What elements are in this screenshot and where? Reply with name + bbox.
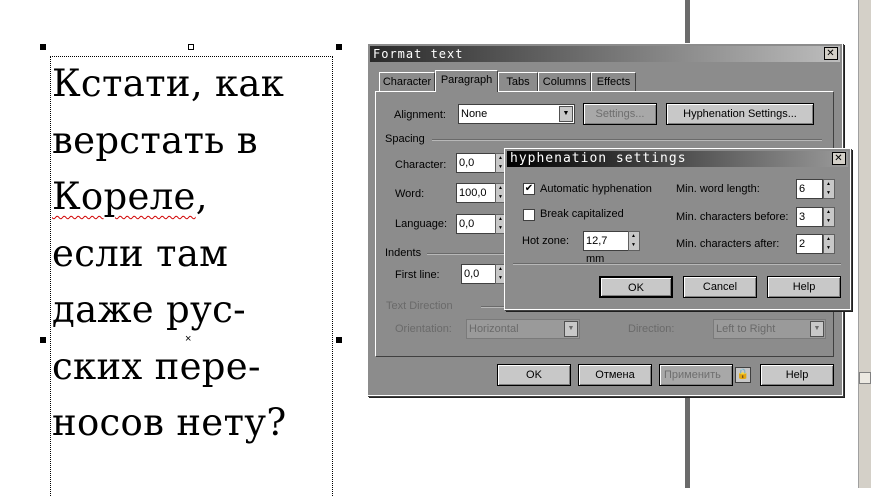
text-line: ских пере- <box>52 344 261 388</box>
text-line: даже рус- <box>52 288 246 331</box>
direction-label: Direction: <box>628 323 675 335</box>
tab-tabs[interactable]: Tabs <box>498 72 538 91</box>
alignment-label: Alignment: <box>394 109 446 121</box>
min-characters-before-label: Min. characters before: <box>676 211 789 223</box>
alignment-value: None <box>461 108 488 120</box>
word-spacing-input[interactable]: 100,0 <box>456 183 496 203</box>
hyphenation-titlebar[interactable]: hyphenation settings ✕ <box>507 151 848 167</box>
selection-handle-top-right[interactable] <box>336 44 342 50</box>
text-direction-separator <box>481 306 505 308</box>
automatic-hyphenation-checkbox[interactable]: ✔ <box>523 183 535 195</box>
cancel-button[interactable]: Cancel <box>683 276 757 298</box>
cancel-button[interactable]: Отмена <box>578 364 652 386</box>
selection-handle-middle-left[interactable] <box>40 337 46 343</box>
buttons-separator <box>513 263 841 265</box>
automatic-hyphenation-label: Automatic hyphenation <box>540 183 652 195</box>
orientation-select[interactable]: Horizontal ▼ <box>466 319 580 339</box>
min-characters-after-spinner[interactable] <box>823 234 835 254</box>
spacing-label: Spacing <box>385 133 425 145</box>
first-line-label: First line: <box>395 269 440 281</box>
chevron-down-icon[interactable]: ▼ <box>559 106 573 122</box>
orientation-value: Horizontal <box>469 323 519 335</box>
format-text-titlebar[interactable]: Format text ✕ <box>370 46 840 62</box>
text-direction-label: Text Direction <box>386 300 453 312</box>
break-capitalized-label: Break capitalized <box>540 208 624 220</box>
close-icon[interactable]: ✕ <box>832 152 846 165</box>
selection-handle-top-left[interactable] <box>40 44 46 50</box>
indents-separator <box>427 253 507 255</box>
min-word-length-input[interactable]: 6 <box>796 179 823 199</box>
scrollbar-thumb[interactable] <box>859 372 871 384</box>
text-line: верстать в <box>52 118 258 162</box>
min-characters-before-spinner[interactable] <box>823 207 835 227</box>
min-word-length-label: Min. word length: <box>676 183 760 195</box>
dialog-title: hyphenation settings <box>510 151 687 166</box>
hyphenation-settings-dialog: hyphenation settings ✕ ✔ Automatic hyphe… <box>504 148 851 310</box>
lock-icon[interactable]: 🔒 <box>735 367 751 383</box>
text-line: Кстати, как <box>52 62 285 105</box>
text-line: носов нету? <box>52 401 287 444</box>
first-line-input[interactable]: 0,0 <box>461 264 496 284</box>
orientation-label: Orientation: <box>395 323 452 335</box>
hot-zone-label: Hot zone: <box>522 235 570 247</box>
language-spacing-label: Language: <box>395 218 447 230</box>
min-word-length-spinner[interactable] <box>823 179 835 199</box>
hyphenation-settings-button[interactable]: Hyphenation Settings... <box>666 103 814 125</box>
help-button[interactable]: Help <box>760 364 834 386</box>
min-characters-after-input[interactable]: 2 <box>796 234 823 254</box>
chevron-down-icon[interactable]: ▼ <box>810 321 824 337</box>
selection-handle-top-center[interactable] <box>188 44 194 50</box>
direction-select[interactable]: Left to Right ▼ <box>713 319 826 339</box>
language-spacing-input[interactable]: 0,0 <box>456 214 496 234</box>
character-spacing-label: Character: <box>395 159 447 171</box>
ok-button[interactable]: OK <box>599 276 673 298</box>
chevron-down-icon[interactable]: ▼ <box>564 321 578 337</box>
word-spacing-label: Word: <box>395 188 425 200</box>
text-line: если там <box>52 231 229 275</box>
apply-button-label: Применить <box>664 369 721 381</box>
text-line: Кореле, <box>52 169 352 226</box>
tab-character[interactable]: Character <box>379 72 435 91</box>
apply-button[interactable]: Применить <box>659 364 733 386</box>
vertical-scrollbar[interactable] <box>858 0 871 488</box>
help-button[interactable]: Help <box>767 276 841 298</box>
direction-value: Left to Right <box>716 323 776 335</box>
dialog-title: Format text <box>373 47 464 61</box>
ok-button[interactable]: OK <box>497 364 571 386</box>
spacing-separator <box>432 139 822 141</box>
min-characters-after-label: Min. characters after: <box>676 238 780 250</box>
tab-effects[interactable]: Effects <box>591 72 636 91</box>
tab-columns[interactable]: Columns <box>538 72 591 91</box>
hot-zone-spinner[interactable] <box>628 231 640 251</box>
text-comma: , <box>195 175 208 218</box>
paragraph-text[interactable]: Кстати, как верстать в Кореле, если там … <box>52 56 352 452</box>
tab-paragraph[interactable]: Paragraph <box>435 70 498 92</box>
character-spacing-input[interactable]: 0,0 <box>456 153 496 173</box>
break-capitalized-checkbox[interactable] <box>523 209 535 221</box>
settings-button[interactable]: Settings... <box>583 103 657 125</box>
alignment-select[interactable]: None ▼ <box>458 104 575 124</box>
close-icon[interactable]: ✕ <box>824 47 838 60</box>
hot-zone-input[interactable]: 12,7 mm <box>583 231 629 265</box>
misspelled-word: Кореле <box>52 175 196 218</box>
min-characters-before-input[interactable]: 3 <box>796 207 823 227</box>
indents-label: Indents <box>385 247 422 259</box>
